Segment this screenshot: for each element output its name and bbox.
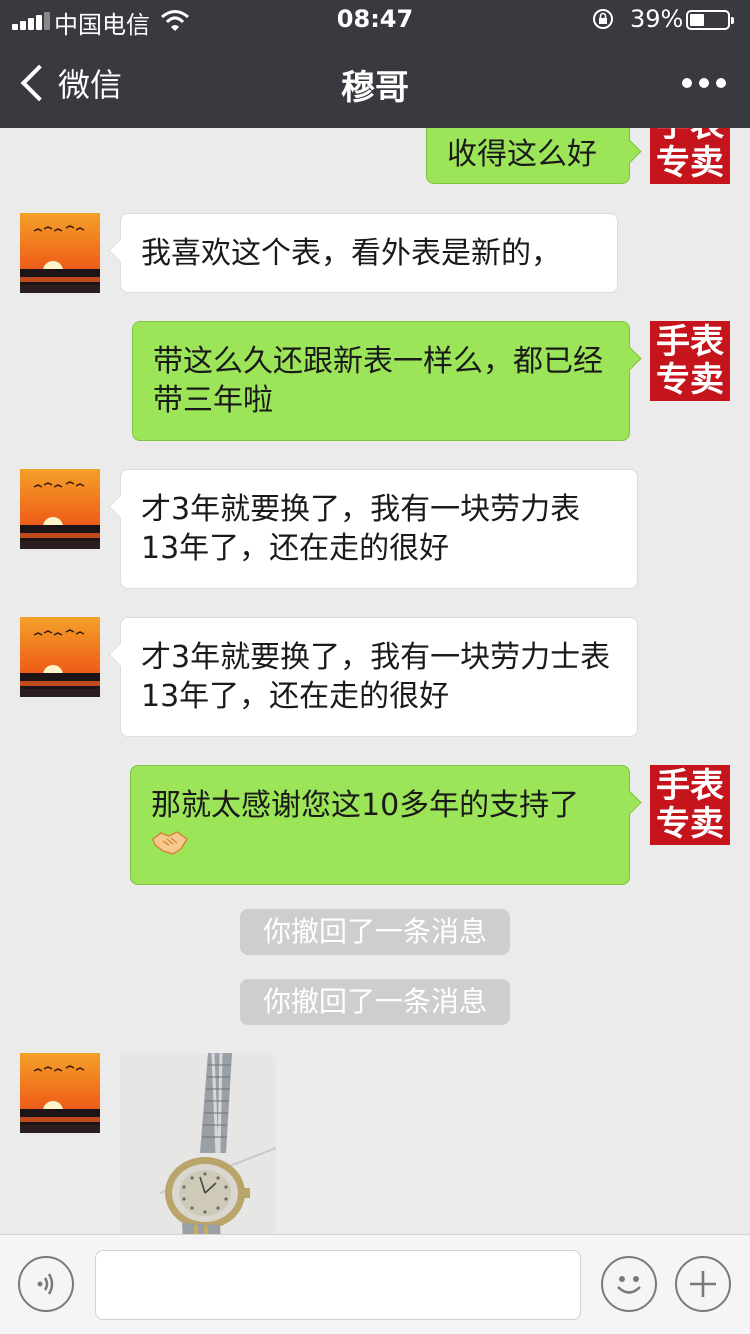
input-bar	[0, 1234, 750, 1334]
chat-area[interactable]: 手表专卖 收得这么好 我喜欢这个表，看外表是新的， 手表专卖 带这么久还跟新表一…	[0, 128, 750, 1234]
header-bar: 中国电信 08:47 39% 微信 穆哥	[0, 0, 750, 128]
nav-bar: 微信 穆哥	[0, 40, 750, 128]
more-button[interactable]	[682, 78, 726, 88]
sunset-avatar[interactable]	[20, 213, 100, 293]
message-bubble[interactable]: 才3年就要换了，我有一块劳力士表13年了，还在走的很好	[108, 617, 638, 737]
battery-icon	[686, 10, 734, 30]
battery-percent: 39%	[630, 5, 684, 33]
message-text: 那就太感谢您这10多年的支持了	[151, 788, 580, 823]
message-text: 才3年就要换了，我有一块劳力士表13年了，还在走的很好	[141, 640, 611, 714]
message-text: 带这么久还跟新表一样么，都已经带三年啦	[153, 344, 603, 418]
ellipsis-icon	[682, 78, 692, 88]
contact-avatar[interactable]: 手表专卖	[650, 321, 730, 401]
wristwatch-photo	[120, 1053, 276, 1234]
message-bubble[interactable]: 那就太感谢您这10多年的支持了	[130, 765, 642, 885]
message-bubble[interactable]: 我喜欢这个表，看外表是新的，	[108, 213, 618, 293]
message-text: 我喜欢这个表，看外表是新的，	[141, 236, 561, 271]
sunset-avatar[interactable]	[20, 469, 100, 549]
more-functions-button[interactable]	[675, 1256, 731, 1312]
voice-icon	[37, 1273, 54, 1295]
image-message[interactable]	[120, 1053, 276, 1234]
contact-avatar[interactable]: 手表专卖	[650, 765, 730, 845]
sunset-avatar[interactable]	[20, 1053, 100, 1133]
recall-notice: 你撤回了一条消息	[240, 979, 510, 1025]
message-input[interactable]	[95, 1250, 581, 1320]
status-bar: 中国电信 08:47 39%	[0, 0, 750, 40]
sunset-avatar[interactable]	[20, 617, 100, 697]
plus-icon	[690, 1271, 716, 1297]
voice-button[interactable]	[18, 1256, 74, 1312]
message-text: 才3年就要换了，我有一块劳力表13年了，还在走的很好	[141, 492, 581, 566]
emoji-button[interactable]	[601, 1256, 657, 1312]
message-bubble[interactable]: 才3年就要换了，我有一块劳力表13年了，还在走的很好	[108, 469, 638, 589]
rotation-lock-icon	[593, 9, 613, 29]
recall-notice: 你撤回了一条消息	[240, 909, 510, 955]
chat-title: 穆哥	[341, 68, 409, 108]
message-bubble[interactable]: 带这么久还跟新表一样么，都已经带三年啦	[132, 321, 642, 441]
handshake-emoji	[152, 831, 189, 855]
contact-avatar[interactable]: 手表专卖	[650, 128, 730, 184]
message-text: 收得这么好	[447, 137, 597, 172]
message-bubble[interactable]: 收得这么好	[426, 128, 642, 184]
smiley-icon	[617, 1276, 641, 1294]
